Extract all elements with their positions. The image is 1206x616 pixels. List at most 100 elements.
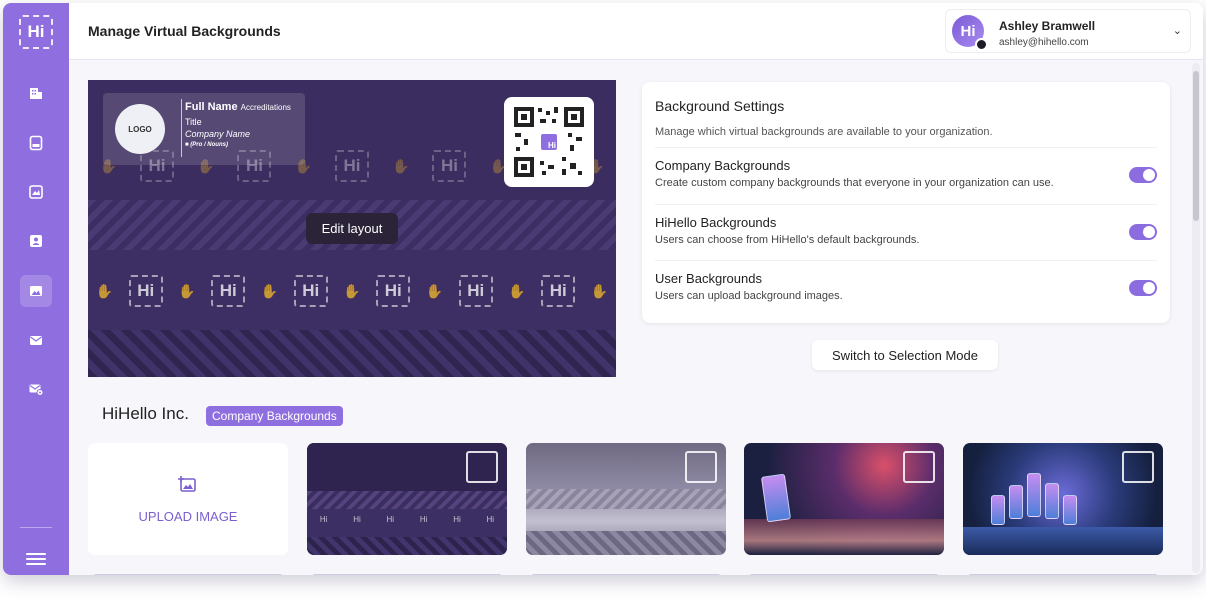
select-checkbox[interactable] <box>1122 451 1154 483</box>
preview-band <box>88 330 616 377</box>
next-row-thumbnail <box>968 574 1158 575</box>
scrollbar[interactable] <box>1192 63 1200 573</box>
setting-description: Users can choose from HiHello's default … <box>655 234 920 246</box>
mini-hi-tile: Hi <box>453 515 461 524</box>
edit-layout-button[interactable]: Edit layout <box>306 213 398 244</box>
top-header: Manage Virtual Backgrounds Hi Ashley Bra… <box>69 3 1203 60</box>
mini-hi-tile: Hi <box>486 515 495 524</box>
wave-icon: ✋ <box>95 282 114 299</box>
card-icon <box>29 135 43 151</box>
user-name: Ashley Bramwell <box>999 19 1096 33</box>
background-thumbnail[interactable] <box>526 443 726 555</box>
background-thumbnail[interactable]: Hi Hi Hi Hi Hi Hi <box>307 443 507 555</box>
wave-icon: ✋ <box>343 282 361 299</box>
wave-icon: ✋ <box>508 282 526 299</box>
next-row-thumbnail <box>749 574 939 575</box>
setting-title: User Backgrounds <box>655 271 762 286</box>
mini-hi-tile: Hi <box>353 515 361 524</box>
select-checkbox[interactable] <box>466 451 498 483</box>
select-checkbox[interactable] <box>903 451 935 483</box>
sidebar: Hi <box>3 3 69 575</box>
app-logo[interactable]: Hi <box>3 3 69 60</box>
upload-image-label: UPLOAD IMAGE <box>138 509 238 524</box>
signature-pronouns: ■ (Pro / Nouns) <box>185 142 228 148</box>
thumb-floor <box>963 527 1163 555</box>
signature-logo: LOGO <box>115 104 165 154</box>
signature-title: Title <box>185 117 202 127</box>
wave-icon: ✋ <box>260 282 279 299</box>
menu-icon[interactable] <box>26 553 46 568</box>
scroll-thumb[interactable] <box>1193 71 1199 221</box>
sidebar-item-contacts[interactable] <box>20 225 52 257</box>
hi-tile: Hi <box>334 150 369 182</box>
qr-center-logo: Hi <box>548 140 556 150</box>
hi-tile: Hi <box>128 275 163 307</box>
signature-name: Full Name <box>185 101 238 113</box>
hi-tile: Hi <box>541 275 576 307</box>
sidebar-item-backgrounds[interactable] <box>20 275 52 307</box>
thumb-band <box>307 537 507 555</box>
select-checkbox[interactable] <box>685 451 717 483</box>
qr-code: Hi <box>504 97 594 187</box>
company-backgrounds-badge: Company Backgrounds <box>206 406 343 426</box>
gallery-icon <box>29 185 43 199</box>
hi-tile: Hi <box>432 150 467 182</box>
sidebar-item-cards[interactable] <box>20 127 52 159</box>
contact-icon <box>30 235 42 247</box>
signature-pronouns-text: (Pro / Nouns) <box>190 142 228 148</box>
switch-to-selection-mode-button[interactable]: Switch to Selection Mode <box>812 340 998 370</box>
sidebar-divider <box>20 527 52 528</box>
mini-hi-tile: Hi <box>319 515 328 524</box>
setting-title: HiHello Backgrounds <box>655 215 777 230</box>
hihello-backgrounds-toggle[interactable] <box>1129 224 1157 240</box>
building-icon <box>30 88 42 99</box>
setting-description: Create custom company backgrounds that e… <box>655 177 1054 189</box>
signature-divider <box>181 99 182 157</box>
setting-title: Company Backgrounds <box>655 158 791 173</box>
signature-accreditations: Accreditations <box>240 103 291 112</box>
thumb-band <box>307 491 507 509</box>
setting-row-company: Company Backgrounds Create custom compan… <box>655 147 1157 204</box>
hi-tile: Hi <box>211 275 246 307</box>
mini-hi-tile: Hi <box>419 515 428 524</box>
hi-tile: Hi <box>293 275 328 307</box>
background-settings-card: Background Settings Manage which virtual… <box>642 82 1170 323</box>
sidebar-item-email-settings[interactable] <box>20 373 52 405</box>
phone-image <box>1009 485 1023 519</box>
image-icon <box>30 286 42 296</box>
phone-image <box>1045 483 1059 519</box>
mail-settings-icon <box>29 384 44 396</box>
thumb-pattern: Hi Hi Hi Hi Hi Hi <box>307 515 507 524</box>
chevron-down-icon[interactable]: ⌄ <box>1173 24 1182 37</box>
wave-icon: ✋ <box>425 282 444 299</box>
next-row-thumbnail <box>93 574 283 575</box>
phone-image <box>760 473 792 523</box>
upload-image-button[interactable]: UPLOAD IMAGE <box>88 443 288 555</box>
thumb-band <box>526 489 726 509</box>
mini-hi-tile: Hi <box>386 515 395 524</box>
signature-company: Company Name <box>185 129 251 139</box>
avatar-badge-icon <box>975 38 988 51</box>
background-preview: ✋ Hi ✋ Hi ✋ Hi ✋ Hi ✋ Hi ✋ ✋ Hi ✋ Hi ✋ H… <box>88 80 616 377</box>
sidebar-item-email[interactable] <box>20 324 52 356</box>
thumb-floor <box>744 519 944 555</box>
next-row-thumbnail <box>531 574 721 575</box>
app-window: Hi Manage Virtual Backgrounds Hi Ashley … <box>3 3 1203 575</box>
company-backgrounds-toggle[interactable] <box>1129 167 1157 183</box>
next-row-thumbnail <box>312 574 502 575</box>
signature-name-line: Full Name Accreditations <box>185 101 291 113</box>
pattern-row: ✋ Hi ✋ Hi ✋ Hi ✋ Hi ✋ Hi ✋ Hi ✋ <box>88 275 616 307</box>
user-menu[interactable]: Hi Ashley Bramwell ashley@hihello.com ⌄ <box>945 9 1191 53</box>
phone-image <box>991 495 1005 525</box>
upload-image-icon <box>178 476 196 492</box>
settings-title: Background Settings <box>655 98 785 114</box>
hi-tile: Hi <box>376 275 411 307</box>
sidebar-item-company-icon[interactable] <box>20 77 52 109</box>
wave-icon: ✋ <box>178 282 196 299</box>
hihello-logo: Hi <box>19 14 53 49</box>
sidebar-item-gallery[interactable] <box>20 176 52 208</box>
background-thumbnail[interactable] <box>744 443 944 555</box>
wave-icon: ✋ <box>590 282 609 299</box>
background-thumbnail[interactable] <box>963 443 1163 555</box>
user-backgrounds-toggle[interactable] <box>1129 280 1157 296</box>
